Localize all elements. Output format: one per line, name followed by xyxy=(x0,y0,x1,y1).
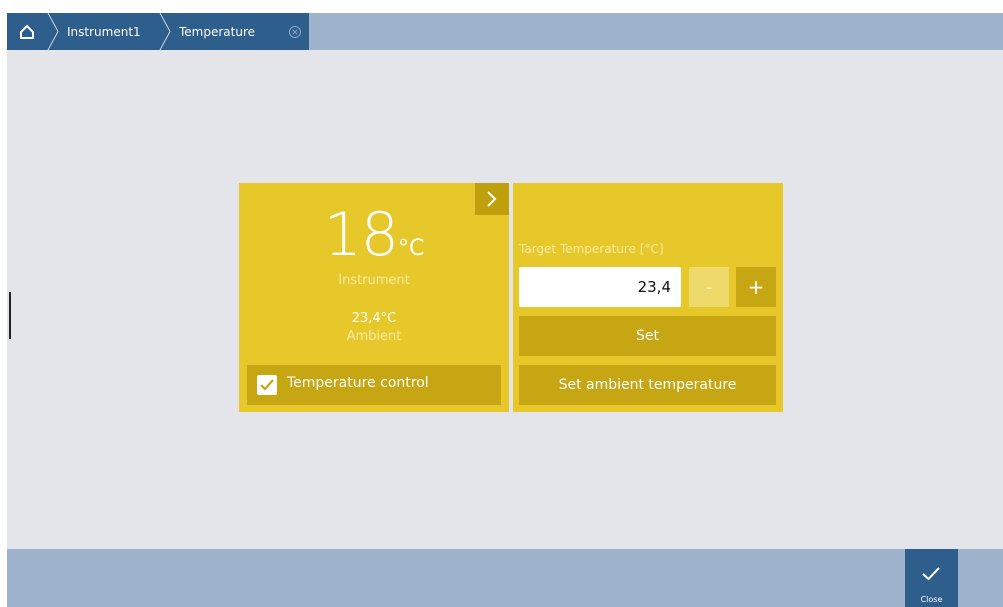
instrument-temperature-value: 18 xyxy=(323,200,399,270)
decrement-button[interactable]: - xyxy=(689,267,729,307)
ambient-label: Ambient xyxy=(346,329,402,344)
set-ambient-temperature-button[interactable]: Set ambient temperature xyxy=(519,365,776,405)
increment-button[interactable]: + xyxy=(736,267,776,307)
breadcrumb-item-label: Temperature xyxy=(179,24,256,39)
ambient-temperature-value: 23,4°C xyxy=(351,311,397,326)
home-icon xyxy=(20,24,34,39)
checkmark-icon xyxy=(922,567,940,581)
set-button[interactable]: Set xyxy=(519,316,776,356)
temperature-control-checkbox[interactable] xyxy=(257,375,277,395)
instrument-label: Instrument xyxy=(338,273,410,288)
breadcrumb-item-temperature[interactable]: Temperature xyxy=(179,13,255,50)
temperature-control-toggle[interactable]: Temperature control xyxy=(247,365,501,405)
target-panel: Target Temperature [°C] - + Set Set ambi… xyxy=(513,183,783,412)
target-temperature-input[interactable] xyxy=(519,267,681,307)
temperature-control-label: Temperature control xyxy=(287,375,429,391)
close-label: Close xyxy=(920,595,943,604)
top-bar: Instrument1 Temperature xyxy=(7,13,1003,50)
set-ambient-temperature-label: Set ambient temperature xyxy=(558,377,737,393)
set-button-label: Set xyxy=(636,328,659,344)
instrument-temperature: 18°C xyxy=(239,200,509,270)
edge-handle xyxy=(9,292,11,339)
breadcrumb-home[interactable] xyxy=(15,13,39,50)
checkmark-icon xyxy=(260,379,274,391)
close-button[interactable]: Close xyxy=(905,549,958,607)
breadcrumb-item-label: Instrument1 xyxy=(67,24,141,39)
breadcrumb-item-instrument[interactable]: Instrument1 xyxy=(67,13,141,50)
instrument-temperature-unit: °C xyxy=(397,236,425,261)
bottom-bar: Close xyxy=(7,549,1003,607)
instrument-panel: 18°C Instrument 23,4°C Ambient Temperatu… xyxy=(239,183,509,412)
target-temperature-label: Target Temperature [°C] xyxy=(519,242,664,256)
increment-label: + xyxy=(747,275,765,299)
breadcrumb-separator-icon xyxy=(159,13,171,50)
close-tab-icon[interactable] xyxy=(288,25,302,39)
breadcrumb: Instrument1 Temperature xyxy=(7,13,309,50)
decrement-label: - xyxy=(705,276,713,298)
breadcrumb-separator-icon xyxy=(47,13,59,50)
